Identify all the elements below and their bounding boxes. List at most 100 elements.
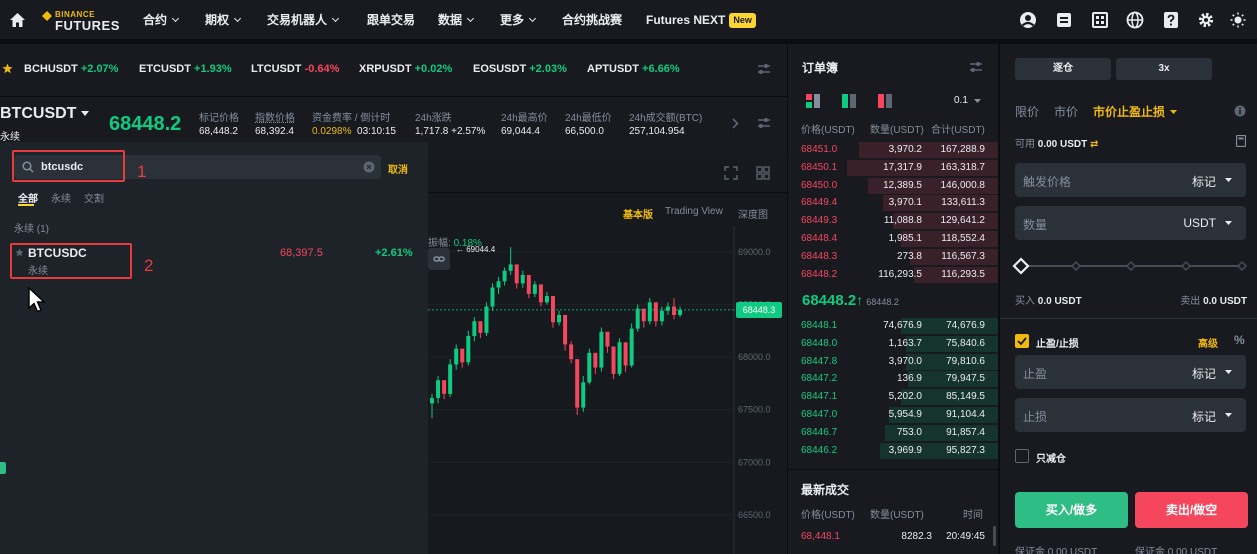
- filter-tab-delivery[interactable]: 交割: [84, 190, 104, 205]
- nav-more[interactable]: 更多: [500, 0, 537, 40]
- nav-trading-bots[interactable]: 交易机器人: [267, 0, 340, 40]
- cancel-button[interactable]: 取消: [388, 161, 408, 176]
- change-24h-value: 1,717.8 +2.57%: [415, 126, 486, 137]
- ask-row[interactable]: 68448.2 116,293.5 116,293.5: [788, 266, 998, 284]
- binance-futures-logo[interactable]: BINANCE FUTURES: [42, 9, 126, 33]
- order-type-limit[interactable]: 限价: [1015, 103, 1039, 120]
- theme-toggle-icon[interactable]: [1230, 12, 1246, 28]
- quantity-unit[interactable]: USDT: [1183, 216, 1216, 230]
- user-icon[interactable]: [1019, 11, 1037, 29]
- ask-row[interactable]: 68451.0 3,970.2 167,288.9: [788, 141, 998, 159]
- bid-row[interactable]: 68448.1 74,676.9 74,676.9: [788, 317, 998, 335]
- chevron-right-icon[interactable]: [732, 118, 739, 129]
- caret-down-icon[interactable]: [1225, 178, 1232, 182]
- expand-icon[interactable]: [724, 166, 738, 180]
- ask-row[interactable]: 68450.0 12,389.5 146,000.8: [788, 177, 998, 195]
- stop-loss-input[interactable]: 止损 标记: [1015, 398, 1246, 432]
- help-icon[interactable]: [1162, 11, 1180, 29]
- scrollbar[interactable]: [993, 526, 996, 546]
- sliders-settings-icon[interactable]: [757, 116, 771, 130]
- grid-layout-icon[interactable]: [756, 166, 770, 180]
- symbol-selector[interactable]: BTCUSDT: [0, 105, 90, 123]
- book-bids-icon[interactable]: [842, 94, 856, 108]
- ask-row[interactable]: 68449.4 3,970.1 133,611.3: [788, 194, 998, 212]
- bid-row[interactable]: 68446.2 3,969.9 95,827.3: [788, 442, 998, 460]
- tpsl-checkbox[interactable]: [1015, 334, 1029, 348]
- ticker-item[interactable]: BCHUSDT +2.07%: [24, 44, 118, 94]
- take-profit-input[interactable]: 止盈 标记: [1015, 355, 1246, 389]
- caret-down-icon[interactable]: [1225, 221, 1232, 225]
- globe-icon[interactable]: [1126, 11, 1144, 29]
- caret-down-icon[interactable]: [1225, 370, 1232, 374]
- funding-rate-value: 0.0298% 03:10:15: [312, 126, 396, 137]
- ask-row[interactable]: 68448.4 1,985.1 118,552.4: [788, 230, 998, 248]
- clear-icon[interactable]: [363, 161, 375, 173]
- precision-select[interactable]: 0.1: [954, 95, 981, 106]
- sell-short-button[interactable]: 卖出/做空: [1135, 492, 1248, 528]
- nav-futures-next[interactable]: Futures NEXT New: [646, 0, 756, 40]
- ticker-item[interactable]: XRPUSDT +0.02%: [359, 44, 452, 94]
- chart-panel[interactable]: 基本版 Trading View 深度图 69000.068500.068000…: [428, 156, 787, 554]
- candle-body: [629, 328, 634, 366]
- star-icon[interactable]: [2, 63, 13, 74]
- book-asks-icon[interactable]: [878, 94, 892, 108]
- percent-icon[interactable]: %: [1234, 333, 1245, 347]
- chart-tab-tradingview[interactable]: Trading View: [665, 206, 723, 217]
- candlestick-chart[interactable]: 69000.068500.068000.067500.067000.066500…: [428, 226, 787, 554]
- nav-data[interactable]: 数据: [438, 0, 475, 40]
- chevron-down-icon: [466, 14, 475, 23]
- leverage-button[interactable]: 3x: [1116, 58, 1212, 80]
- calculator-icon[interactable]: [1236, 135, 1246, 147]
- bid-row[interactable]: 68446.7 753.0 91,857.4: [788, 424, 998, 442]
- trigger-price-input[interactable]: 触发价格 标记: [1015, 163, 1246, 197]
- sliders-settings-icon[interactable]: [757, 62, 771, 76]
- transfer-icon[interactable]: ⇄: [1090, 139, 1098, 150]
- filter-tab-perpetual[interactable]: 永续: [51, 190, 71, 205]
- trade-panel: 逐仓 3x 限价 市价 市价止盈止损 可用 0.00 USDT ⇄ 触发价格 标…: [1000, 44, 1257, 554]
- row-price: 68446.7: [801, 426, 838, 438]
- take-profit-unit[interactable]: 标记: [1192, 365, 1216, 382]
- chart-tab-basic[interactable]: 基本版: [623, 206, 653, 221]
- stop-loss-unit[interactable]: 标记: [1192, 408, 1216, 425]
- wallet-icon[interactable]: [1055, 11, 1073, 29]
- reduce-only-checkbox[interactable]: [1015, 449, 1029, 463]
- row-price: 68448.2: [801, 268, 838, 280]
- nav-options[interactable]: 期权: [205, 0, 242, 40]
- index-price-label[interactable]: 指数价格: [255, 109, 295, 124]
- bid-row[interactable]: 68447.8 3,970.0 79,810.6: [788, 353, 998, 371]
- quantity-input[interactable]: 数量 USDT: [1015, 206, 1246, 240]
- slider-handle-icon[interactable]: [1012, 257, 1030, 275]
- order-type-market[interactable]: 市价: [1054, 103, 1078, 120]
- order-type-stop-market[interactable]: 市价止盈止损: [1093, 103, 1178, 120]
- filter-tab-all[interactable]: 全部: [18, 190, 38, 205]
- chart-link-button[interactable]: [428, 248, 450, 270]
- settings-gear-icon[interactable]: [1197, 11, 1215, 29]
- info-icon[interactable]: [1234, 105, 1246, 117]
- bid-row[interactable]: 68447.2 136.9 79,947.5: [788, 370, 998, 388]
- quantity-slider[interactable]: [1012, 257, 1248, 275]
- nav-contracts[interactable]: 合约: [143, 0, 180, 40]
- row-price: 68450.0: [801, 179, 838, 191]
- margin-mode-button[interactable]: 逐仓: [1015, 58, 1111, 80]
- ticker-item[interactable]: LTCUSDT -0.64%: [251, 44, 339, 94]
- trigger-unit[interactable]: 标记: [1192, 173, 1216, 190]
- ask-row[interactable]: 68448.3 273.8 116,567.3: [788, 248, 998, 266]
- buy-long-button[interactable]: 买入/做多: [1015, 492, 1128, 528]
- book-both-icon[interactable]: [806, 94, 820, 108]
- chart-tab-depth[interactable]: 深度图: [738, 206, 768, 221]
- bid-row[interactable]: 68447.1 5,202.0 85,149.5: [788, 388, 998, 406]
- ask-row[interactable]: 68450.1 17,317.9 163,318.7: [788, 159, 998, 177]
- home-icon[interactable]: [9, 12, 26, 28]
- ticker-item[interactable]: APTUSDT +6.66%: [587, 44, 680, 94]
- ask-row[interactable]: 68449.3 11,088.8 129,641.2: [788, 212, 998, 230]
- caret-down-icon[interactable]: [1225, 413, 1232, 417]
- orders-icon[interactable]: [1091, 11, 1109, 29]
- nav-copy-trading[interactable]: 跟单交易: [367, 0, 415, 40]
- ticker-item[interactable]: ETCUSDT +1.93%: [139, 44, 232, 94]
- ticker-item[interactable]: EOSUSDT +2.03%: [473, 44, 567, 94]
- nav-contract-challenge[interactable]: 合约挑战赛: [562, 0, 622, 40]
- bid-row[interactable]: 68447.0 5,954.9 91,104.4: [788, 406, 998, 424]
- bid-row[interactable]: 68448.0 1,163.7 75,840.6: [788, 335, 998, 353]
- advanced-link[interactable]: 高级: [1198, 335, 1218, 350]
- sliders-settings-icon[interactable]: [969, 60, 983, 74]
